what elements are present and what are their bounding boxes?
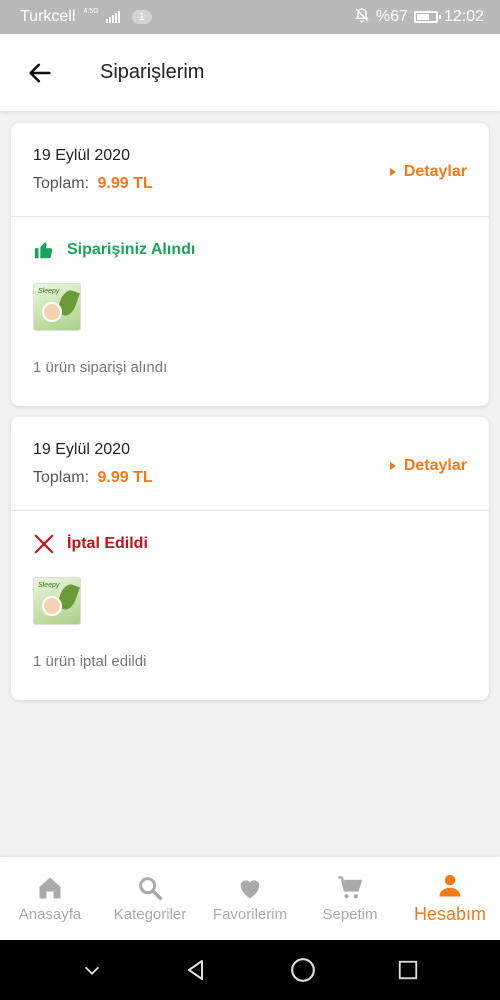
order-status: İptal Edildi <box>33 533 467 555</box>
order-status: Siparişiniz Alındı <box>33 239 467 261</box>
nav-item-cart[interactable]: Sepetim <box>300 857 400 940</box>
page-title: Siparişlerim <box>100 61 205 83</box>
order-card: 19 Eylül 2020 Toplam: 9.99 TL Detaylar S… <box>11 123 489 406</box>
bottom-nav: Anasayfa Kategoriler Favorilerim Sepetim… <box>0 857 500 940</box>
nav-item-favorites[interactable]: Favorilerim <box>200 857 300 940</box>
status-bar: Turkcell 4.5G 1 %67 12:02 <box>0 0 500 34</box>
battery-text: %67 <box>375 8 408 25</box>
order-card-body: İptal Edildi Sleepy 1 ürün iptal edildi <box>11 511 489 670</box>
order-total-label: Toplam: <box>33 469 90 486</box>
order-card-header: 19 Eylül 2020 Toplam: 9.99 TL Detaylar <box>11 123 489 217</box>
close-icon <box>34 534 54 554</box>
nav-label: Sepetim <box>322 906 378 923</box>
triangle-right-icon <box>389 168 396 176</box>
order-card: 19 Eylül 2020 Toplam: 9.99 TL Detaylar İ… <box>11 417 489 700</box>
back-triangle-icon[interactable] <box>184 958 208 982</box>
order-status-text: Siparişiniz Alındı <box>67 241 196 258</box>
product-brand: Sleepy <box>38 582 60 589</box>
order-status-text: İptal Edildi <box>67 535 148 552</box>
app-header: Siparişlerim <box>0 34 500 111</box>
nav-item-home[interactable]: Anasayfa <box>0 857 100 940</box>
thumbs-up-icon <box>34 242 53 259</box>
nav-item-categories[interactable]: Kategoriler <box>100 857 200 940</box>
network-type: 4.5G <box>83 7 99 15</box>
triangle-right-icon <box>389 462 396 470</box>
cart-icon <box>338 876 362 899</box>
carrier-name: Turkcell <box>20 8 76 25</box>
clock: 12:02 <box>443 8 484 25</box>
search-icon <box>139 877 163 901</box>
order-card-header: 19 Eylül 2020 Toplam: 9.99 TL Detaylar <box>11 417 489 511</box>
order-total-amount: 9.99 TL <box>97 469 153 486</box>
order-total-amount: 9.99 TL <box>97 175 153 192</box>
order-summary: 1 ürün iptal edildi <box>33 653 147 670</box>
nav-label: Kategoriler <box>113 906 187 923</box>
baby-graphic <box>42 596 62 616</box>
details-label: Detaylar <box>403 457 467 474</box>
details-label: Detaylar <box>403 163 467 180</box>
order-total-label: Toplam: <box>33 175 90 192</box>
nav-label: Hesabım <box>413 904 487 924</box>
product-brand: Sleepy <box>38 288 60 295</box>
back-button[interactable] <box>10 43 70 103</box>
order-summary: 1 ürün siparişi alındı <box>33 359 168 376</box>
battery-icon <box>413 11 441 23</box>
product-thumbnail[interactable]: Sleepy <box>33 577 81 625</box>
battery-fill <box>416 14 429 20</box>
order-card-body: Siparişiniz Alındı Sleepy 1 ürün sipariş… <box>11 217 489 376</box>
mute-icon <box>354 7 370 28</box>
status-right: %67 12:02 <box>354 7 484 28</box>
details-button[interactable]: Detaylar <box>389 457 467 475</box>
chevron-down-icon[interactable] <box>81 959 103 981</box>
system-nav-bar <box>0 940 500 1000</box>
status-left: Turkcell 4.5G 1 <box>20 8 152 26</box>
nav-item-account[interactable]: Hesabım <box>400 857 500 940</box>
notification-badge: 1 <box>131 10 152 24</box>
signal-icon <box>105 11 120 23</box>
recents-square-icon[interactable] <box>397 959 419 981</box>
baby-graphic <box>42 302 62 322</box>
heart-icon <box>240 880 260 899</box>
user-icon <box>439 874 461 897</box>
home-icon <box>39 877 61 899</box>
product-thumbnail[interactable]: Sleepy <box>33 283 81 331</box>
details-button[interactable]: Detaylar <box>389 163 467 181</box>
nav-label: Favorilerim <box>212 906 288 923</box>
nav-label: Anasayfa <box>18 906 82 923</box>
home-circle-icon[interactable] <box>290 957 316 983</box>
arrow-left-icon <box>29 63 51 82</box>
